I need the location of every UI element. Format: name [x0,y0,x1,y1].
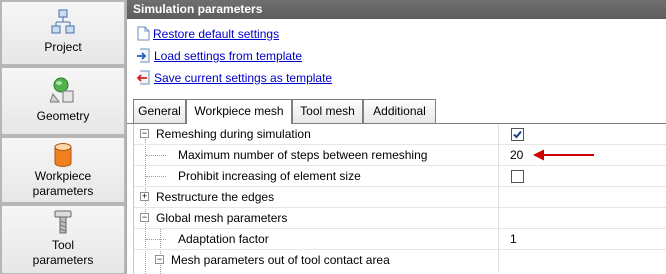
nav-workpiece-parameters[interactable]: Workpiece parameters [1,137,125,203]
prohibit-increase-checkbox[interactable] [511,170,524,183]
remeshing-checkbox[interactable] [511,128,524,141]
tab-tool-mesh[interactable]: Tool mesh [292,99,363,123]
column-separator [498,145,499,166]
geometry-shapes-icon [50,77,74,103]
grid-row-adaptation-factor[interactable]: Adaptation factor 1 [134,229,666,250]
grid-row-global-mesh[interactable]: − Global mesh parameters [134,208,666,229]
load-arrow-icon [137,48,150,63]
panel-title: Simulation parameters [127,0,666,19]
nav-tool-label-1: Tool [51,238,74,252]
annotation-arrow-icon [533,149,594,161]
workpiece-cylinder-icon [54,143,72,167]
save-arrow-icon [137,70,150,85]
left-navigation: Project Geometry Workpiece parameters To… [0,0,126,274]
nav-workpiece-label-1: Workpiece [34,169,92,183]
simulation-parameters-panel: Simulation parameters Restore default se… [127,0,666,274]
column-separator [498,229,499,250]
grid-row-restructure-edges[interactable]: + Restructure the edges [134,187,666,208]
project-tree-icon [51,9,75,34]
column-separator [498,250,499,271]
grid-row-mesh-out-of-contact[interactable]: − Mesh parameters out of tool contact ar… [134,250,666,271]
nav-geometry[interactable]: Geometry [1,67,125,135]
load-template-row: Load settings from template [137,47,302,64]
expand-toggle[interactable]: + [140,192,149,201]
adaptation-factor-value[interactable]: 1 [510,229,517,250]
column-separator [498,208,499,229]
load-settings-from-template-link[interactable]: Load settings from template [154,49,302,63]
collapse-toggle[interactable]: − [140,129,149,138]
tab-general[interactable]: General [133,99,186,123]
column-separator [498,166,499,187]
collapse-toggle[interactable]: − [155,255,164,264]
save-current-settings-link[interactable]: Save current settings as template [154,71,332,85]
row-label: Adaptation factor [178,232,269,246]
restore-default-settings-link[interactable]: Restore default settings [153,27,279,41]
row-label: Maximum number of steps between remeshin… [178,148,428,162]
save-template-row: Save current settings as template [137,69,332,86]
checkmark-icon [513,130,522,139]
row-label: Prohibit increasing of element size [178,169,361,183]
column-separator [498,124,499,145]
row-label: Remeshing during simulation [156,127,311,141]
property-grid: − Remeshing during simulation Maximum nu… [133,124,666,274]
grid-row-prohibit-increase[interactable]: Prohibit increasing of element size [134,166,666,187]
row-label: Mesh parameters out of tool contact area [171,253,390,267]
restore-defaults-row: Restore default settings [137,25,279,42]
nav-project[interactable]: Project [1,1,125,65]
column-separator [498,187,499,208]
collapse-toggle[interactable]: − [140,213,149,222]
nav-geometry-label: Geometry [36,109,90,123]
nav-project-label: Project [44,40,82,54]
grid-row-remeshing[interactable]: − Remeshing during simulation [134,124,666,145]
nav-workpiece-label-2: parameters [32,184,94,198]
row-label: Restructure the edges [156,190,275,204]
row-label: Global mesh parameters [156,211,288,225]
tab-workpiece-mesh[interactable]: Workpiece mesh [186,99,292,124]
tool-icon [54,210,72,234]
nav-tool-parameters[interactable]: Tool parameters [1,205,125,274]
nav-tool-label-2: parameters [32,253,94,267]
document-icon [137,26,150,41]
tab-additional[interactable]: Additional [363,99,436,123]
max-steps-value[interactable]: 20 [510,145,523,166]
